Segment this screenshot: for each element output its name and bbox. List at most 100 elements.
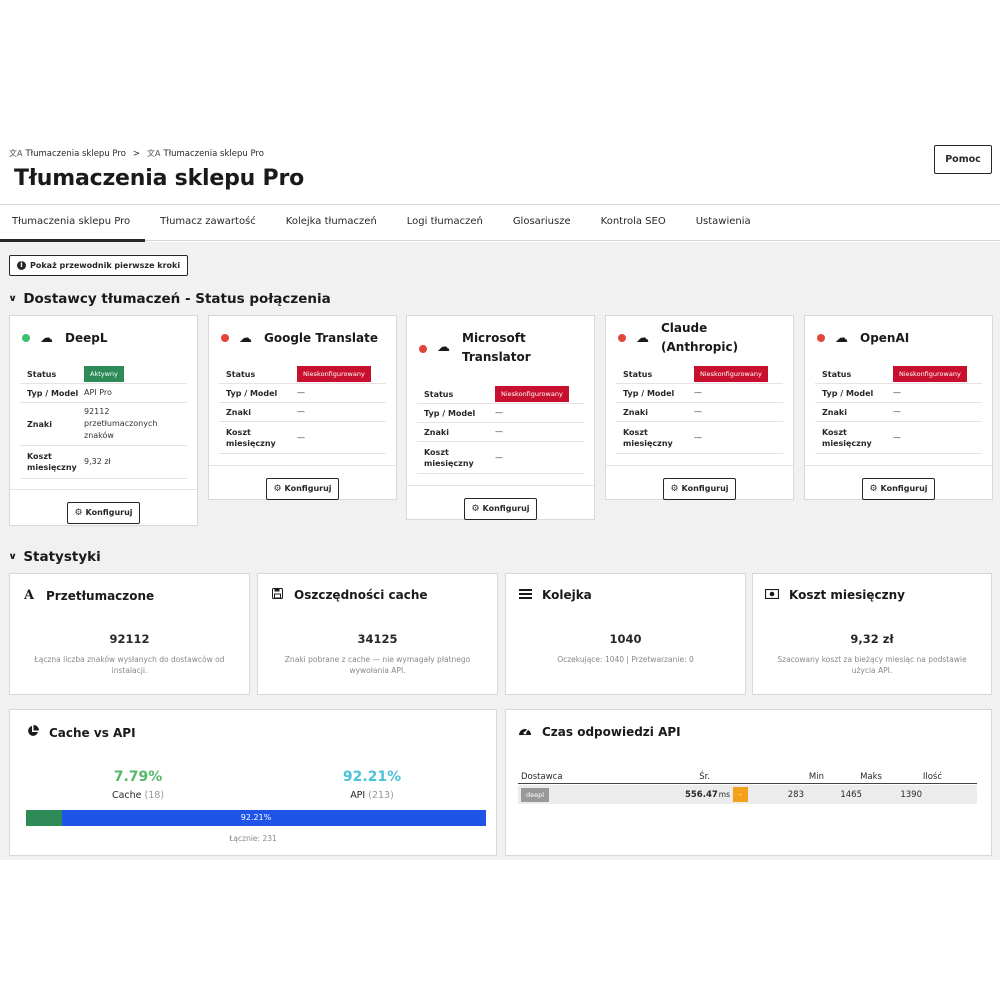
cache-percent: 7.79% — [113, 769, 163, 785]
stat-value: 34125 — [357, 632, 398, 646]
configure-label: Konfiguruj — [284, 484, 332, 493]
count-value: 1390 — [900, 789, 922, 800]
stat-card-monthly-cost: Koszt miesięczny 9,32 zł Szacowany koszt… — [752, 573, 992, 695]
model-value: — — [297, 388, 305, 397]
configure-label: Konfiguruj — [85, 508, 133, 517]
provider-row-status: Status Nieskonfigurowany — [815, 365, 982, 384]
tab-logi[interactable]: Logi tłumaczeń — [392, 205, 498, 241]
status-dot-icon — [22, 334, 30, 342]
provider-info-table: Status Nieskonfigurowany Typ / Model — Z… — [417, 385, 584, 474]
gauge-icon — [518, 725, 532, 739]
stat-description: Łączna liczba znaków wysłanych do dostaw… — [34, 655, 225, 675]
chevron-down-icon: ∨ — [8, 552, 18, 562]
show-guide-button[interactable]: i Pokaż przewodnik pierwsze kroki — [9, 255, 189, 276]
provider-row-model: Typ / Model — — [219, 384, 386, 403]
provider-tag: deepl — [521, 787, 550, 802]
stat-title: Kolejka — [542, 588, 592, 602]
provider-footer: ⚙ Konfiguruj — [209, 465, 396, 511]
cache-vs-api-title: Cache vs API — [49, 725, 136, 740]
stat-card-translated: A Przetłumaczone 92112 Łączna liczba zna… — [9, 573, 250, 695]
chevron-down-icon: ∨ — [8, 294, 18, 304]
api-label-row: API (213) — [302, 790, 442, 801]
tab-glosariusze[interactable]: Glosariusze — [498, 205, 586, 241]
table-header-row: Dostawca Śr. Min Maks Ilość — [518, 770, 977, 784]
status-key: Status — [623, 369, 653, 379]
avg-value: 556.47 — [684, 789, 718, 800]
stat-value: 92112 — [109, 632, 150, 646]
status-dot-icon — [817, 334, 825, 342]
provider-footer: ⚙ Konfiguruj — [805, 465, 992, 511]
column-header: Ilość — [922, 771, 942, 782]
api-response-time-card: Czas odpowiedzi API Dostawca Śr. Min Mak… — [505, 709, 992, 856]
provider-name: DeepL — [65, 330, 108, 345]
provider-info-table: Status Nieskonfigurowany Typ / Model — Z… — [616, 365, 783, 454]
providers-section-toggle[interactable]: ∨ Dostawcy tłumaczeń - Status połączenia — [8, 291, 330, 307]
chars-value: — — [694, 407, 702, 416]
tab-kontrola-seo[interactable]: Kontrola SEO — [586, 205, 681, 241]
breadcrumb-item[interactable]: 文A Tłumaczenia sklepu Pro — [147, 148, 264, 159]
cost-value: — — [495, 452, 503, 462]
status-key: Status — [424, 389, 454, 399]
status-badge: Nieskonfigurowany — [297, 366, 371, 382]
configure-button[interactable]: ⚙ Konfiguruj — [663, 477, 736, 500]
gear-icon: ⚙ — [471, 503, 480, 514]
breadcrumb-item[interactable]: 文A Tłumaczenia sklepu Pro — [9, 148, 126, 159]
status-dot-icon — [618, 334, 626, 342]
chars-value: — — [893, 407, 901, 416]
api-label: API — [350, 790, 366, 801]
provider-header: ☁ Google Translate — [209, 316, 396, 360]
model-key: Typ / Model — [424, 408, 476, 418]
configure-label: Konfiguruj — [880, 484, 928, 493]
tab-tlumacz-zawartosc[interactable]: Tłumacz zawartość — [145, 205, 271, 241]
configure-button[interactable]: ⚙ Konfiguruj — [266, 477, 339, 500]
model-key: Typ / Model — [623, 388, 675, 398]
tab-kolejka[interactable]: Kolejka tłumaczeń — [271, 205, 392, 241]
cache-api-progress-bar: 92.21% — [26, 810, 486, 826]
provider-row-model: Typ / Model — — [616, 384, 783, 403]
warning-badge: – — [733, 787, 748, 802]
list-icon — [518, 588, 532, 602]
page: 文A Tłumaczenia sklepu Pro > 文A Tłumaczen… — [0, 0, 1000, 1000]
chars-value: — — [297, 407, 305, 416]
main-content: i Pokaż przewodnik pierwsze kroki ∨ Dost… — [0, 242, 1000, 860]
status-key: Status — [27, 369, 57, 379]
gear-icon: ⚙ — [74, 507, 83, 518]
stat-title: Oszczędności cache — [294, 588, 428, 602]
breadcrumb-separator: > — [132, 148, 141, 159]
provider-row-cost: Koszt miesięczny — — [417, 442, 584, 474]
provider-row-chars: Znaki — — [417, 423, 584, 442]
cache-count: (18) — [144, 790, 165, 801]
configure-button[interactable]: ⚙ Konfiguruj — [464, 497, 537, 520]
provider-card-claude: ☁ Claude (Anthropic) Status Nieskonfigur… — [605, 315, 794, 500]
cloud-icon: ☁ — [636, 330, 649, 346]
page-title: Tłumaczenia sklepu Pro — [14, 166, 305, 191]
provider-footer: ⚙ Konfiguruj — [10, 489, 197, 535]
column-header: Maks — [860, 771, 882, 782]
cost-key: Koszt miesięczny — [623, 427, 673, 448]
page-header: 文A Tłumaczenia sklepu Pro > 文A Tłumaczen… — [0, 138, 1000, 205]
stat-description: Szacowany koszt za bieżący miesiąc na po… — [777, 655, 967, 675]
breadcrumb-label: Tłumaczenia sklepu Pro — [25, 148, 126, 159]
gear-icon: ⚙ — [670, 483, 679, 494]
breadcrumb-label: Tłumaczenia sklepu Pro — [163, 148, 264, 159]
stat-description: Oczekujące: 1040 | Przetwarzanie: 0 — [557, 655, 694, 664]
configure-label: Konfiguruj — [482, 504, 530, 513]
provider-row-chars: Znaki 92112 przetłumaczonych znaków — [20, 403, 187, 446]
cache-vs-api-card: Cache vs API 7.79% Cache (18) 92.21% API… — [9, 709, 497, 856]
stats-section-title: Statystyki — [23, 549, 101, 565]
model-key: Typ / Model — [226, 388, 278, 398]
stat-title: Przetłumaczone — [46, 588, 155, 603]
cost-key: Koszt miesięczny — [822, 427, 872, 448]
configure-button[interactable]: ⚙ Konfiguruj — [67, 501, 140, 524]
save-icon — [270, 588, 284, 602]
gear-icon: ⚙ — [869, 483, 878, 494]
help-button[interactable]: Pomoc — [934, 145, 992, 174]
info-icon: i — [17, 261, 26, 270]
configure-label: Konfiguruj — [681, 484, 729, 493]
tab-ustawienia[interactable]: Ustawienia — [681, 205, 766, 241]
tab-tlumaczenia-sklepu[interactable]: Tłumaczenia sklepu Pro — [0, 205, 146, 242]
configure-button[interactable]: ⚙ Konfiguruj — [862, 477, 935, 500]
status-badge: Nieskonfigurowany — [495, 386, 569, 402]
model-value: — — [893, 388, 901, 397]
stats-section-toggle[interactable]: ∨ Statystyki — [8, 549, 101, 565]
